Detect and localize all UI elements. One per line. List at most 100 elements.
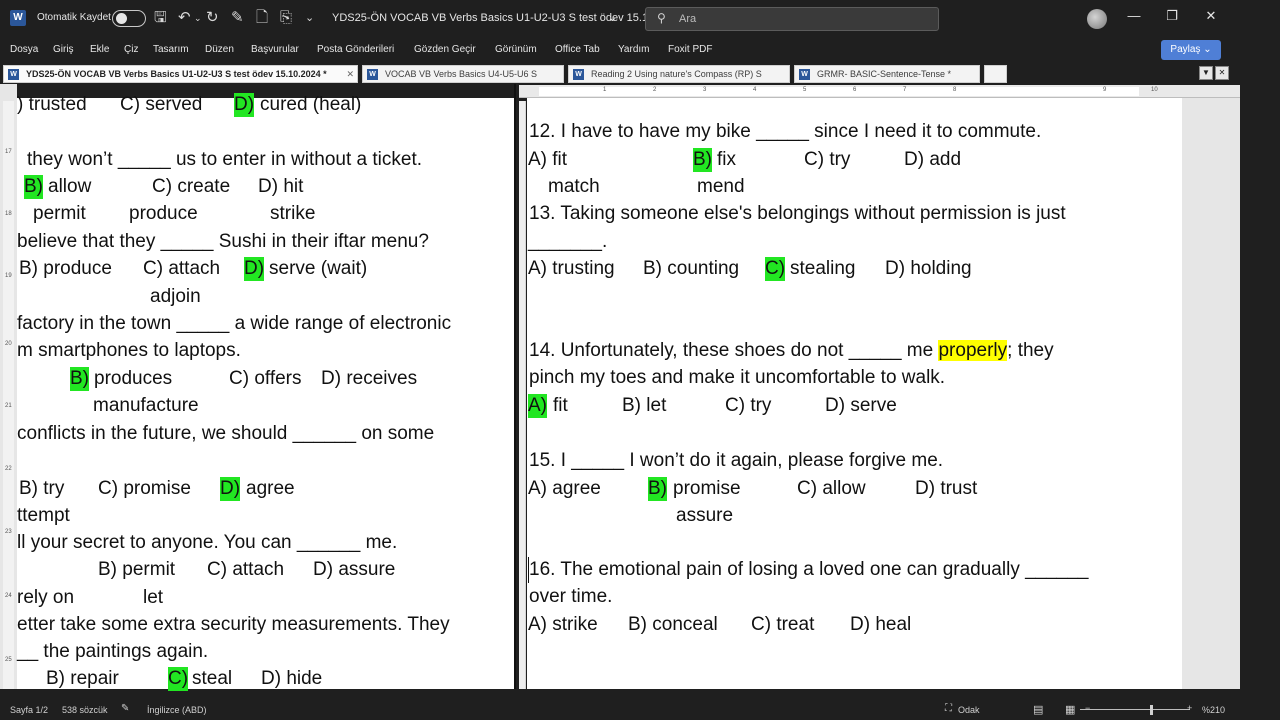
doc-tab-label: GRMR- BASIC-Sentence-Tense * <box>817 69 952 79</box>
language-indicator[interactable]: İngilizce (ABD) <box>147 705 207 715</box>
answer-highlight: C) <box>765 257 786 281</box>
option-text: A) fit <box>528 149 568 170</box>
read-mode-icon[interactable]: ▤ <box>1033 703 1043 716</box>
pdf-icon[interactable]: ⎘ <box>280 9 292 27</box>
option-note: mend <box>697 176 745 197</box>
option-text: C) try <box>725 395 772 416</box>
undo-dropdown-icon[interactable]: ⌄ <box>194 9 202 27</box>
option-text: fix <box>717 149 736 170</box>
tab-bar-close-icon[interactable]: ✕ <box>1215 66 1229 80</box>
text-line: ll your secret to anyone. You can ______… <box>17 532 398 553</box>
option-text: D) serve <box>825 395 897 416</box>
answer-highlight: B) <box>70 367 89 391</box>
page-count[interactable]: Sayfa 1/2 <box>10 705 48 715</box>
text-line: etter take some extra security measureme… <box>17 614 450 635</box>
close-icon[interactable]: ✕ <box>1199 8 1223 24</box>
share-button[interactable]: Paylaş ⌄ <box>1161 40 1221 60</box>
text-line: serve (wait) <box>269 258 368 279</box>
redo-icon[interactable]: ↻ <box>206 9 219 27</box>
menu-duzen[interactable]: Düzen <box>205 44 234 55</box>
text-line: adjoin <box>150 286 201 307</box>
minimize-icon[interactable]: — <box>1122 8 1146 23</box>
doc-tab-4[interactable]: W GRMR- BASIC-Sentence-Tense * <box>794 65 980 83</box>
tab-list-dropdown-icon[interactable]: ▼ <box>1199 66 1213 80</box>
search-box[interactable]: ⚲ Ara <box>645 7 939 31</box>
text-line: strike <box>270 203 316 224</box>
new-tab-button[interactable] <box>984 65 1007 83</box>
split-divider[interactable] <box>514 84 516 689</box>
question-14-cont: pinch my toes and make it uncomfortable … <box>529 367 946 388</box>
autosave-toggle[interactable] <box>112 10 146 27</box>
horizontal-ruler[interactable]: 1 2 3 4 5 6 7 8 9 10 <box>519 85 1240 98</box>
menu-ekle[interactable]: Ekle <box>90 44 109 55</box>
title-chevron-icon[interactable]: ⌄ <box>608 11 617 24</box>
restore-icon[interactable]: ❐ <box>1160 8 1184 24</box>
word-app-icon: W <box>10 10 26 26</box>
save-icon[interactable]: 🖫 <box>154 9 167 27</box>
left-vertical-ruler[interactable]: 17 18 19 20 21 22 23 24 25 <box>3 101 14 689</box>
text-line: agree <box>246 478 295 499</box>
search-placeholder: Ara <box>679 13 697 25</box>
undo-icon[interactable]: ↶ <box>178 9 191 27</box>
doc-tab-1[interactable]: W YDS25-ÖN VOCAB VB Verbs Basics U1-U2-U… <box>3 65 358 83</box>
text-line: C) served <box>120 94 203 115</box>
option-text: A) trusting <box>528 258 615 279</box>
menu-yardim[interactable]: Yardım <box>618 44 650 55</box>
answer-highlight: B) <box>24 175 43 199</box>
menu-ciz[interactable]: Çiz <box>124 44 138 55</box>
ribbon-menu: Dosya Giriş Ekle Çiz Tasarım Düzen Başvu… <box>0 38 1280 63</box>
text-line: B) permit <box>98 559 176 580</box>
menu-basvurular[interactable]: Başvurular <box>251 44 299 55</box>
zoom-in-icon[interactable]: + <box>1187 703 1192 713</box>
edit-doc-icon[interactable]: ✎ <box>231 9 244 27</box>
menu-gorunum[interactable]: Görünüm <box>495 44 537 55</box>
menu-dosya[interactable]: Dosya <box>10 44 38 55</box>
user-avatar[interactable] <box>1087 9 1107 29</box>
menu-office-tab[interactable]: Office Tab <box>555 44 600 55</box>
ruler-number: 9 <box>1103 87 1107 93</box>
text-line: rely on <box>17 587 75 608</box>
menu-gozden-gecir[interactable]: Gözden Geçir <box>414 44 476 55</box>
ruler-number: 19 <box>5 273 12 279</box>
ruler-number: 7 <box>903 87 907 93</box>
zoom-slider-track[interactable] <box>1080 709 1190 710</box>
text-line: D) assure <box>313 559 396 580</box>
text-line: D) hit <box>258 176 304 197</box>
word-doc-icon: W <box>799 69 810 80</box>
page-background <box>1182 98 1240 689</box>
right-vertical-ruler[interactable] <box>519 101 526 689</box>
focus-label[interactable]: Odak <box>958 705 980 715</box>
print-layout-icon[interactable]: ▦ <box>1065 703 1075 716</box>
menu-foxit-pdf[interactable]: Foxit PDF <box>668 44 712 55</box>
menu-posta-gonderileri[interactable]: Posta Gönderileri <box>317 44 394 55</box>
question-15: 15. I _____ I won’t do it again, please … <box>529 450 944 471</box>
zoom-level[interactable]: %210 <box>1202 705 1225 715</box>
ruler-number: 5 <box>803 87 807 93</box>
doc-tab-3[interactable]: W Reading 2 Using nature's Compass (RP) … <box>568 65 790 83</box>
question-12: 12. I have to have my bike _____ since I… <box>529 121 1042 142</box>
zoom-out-icon[interactable]: − <box>1085 703 1090 713</box>
zoom-slider-thumb[interactable] <box>1150 705 1153 715</box>
vertical-scrollbar[interactable] <box>1240 84 1280 689</box>
new-doc-icon[interactable]: 🗋 <box>256 9 268 27</box>
option-text: D) add <box>904 149 962 170</box>
text-line: B) repair <box>46 668 119 689</box>
option-text: C) treat <box>751 614 815 635</box>
proofing-icon[interactable]: ✎ <box>121 703 129 714</box>
menu-giris[interactable]: Giriş <box>53 44 74 55</box>
menu-tasarim[interactable]: Tasarım <box>153 44 189 55</box>
text-line: let <box>143 587 164 608</box>
option-text: A) strike <box>528 614 598 635</box>
ruler-number: 21 <box>5 403 12 409</box>
option-text: A) agree <box>528 478 601 499</box>
tab-close-icon[interactable]: ✕ <box>346 66 354 82</box>
doc-tab-label: VOCAB VB Verbs Basics U4-U5-U6 S <box>385 69 538 79</box>
customize-toolbar-icon[interactable]: ⌄ <box>305 9 314 27</box>
ruler-number: 4 <box>753 87 757 93</box>
document-tabs: W YDS25-ÖN VOCAB VB Verbs Basics U1-U2-U… <box>0 63 1280 84</box>
share-label: Paylaş <box>1170 44 1201 55</box>
focus-icon[interactable]: ⛶ <box>945 703 952 714</box>
doc-tab-2[interactable]: W VOCAB VB Verbs Basics U4-U5-U6 S <box>362 65 564 83</box>
word-count[interactable]: 538 sözcük <box>62 705 108 715</box>
text-line: B) produce <box>19 258 112 279</box>
